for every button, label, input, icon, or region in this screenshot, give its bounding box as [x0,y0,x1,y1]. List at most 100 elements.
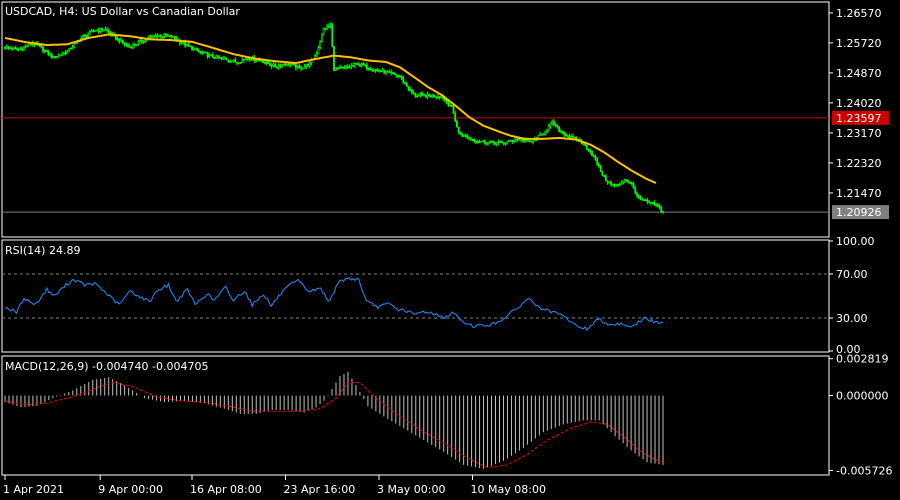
candle-body [192,48,195,51]
candle-body [461,134,464,137]
candle-body [107,30,110,33]
level-price-label: 1.23597 [836,112,882,125]
candle-body [135,44,138,46]
candle-body [211,54,214,58]
candle-body [267,61,270,64]
candle-body [159,34,162,37]
candle-body [610,182,612,185]
candle-body [587,148,590,152]
candle-body [518,138,521,141]
candle-body [497,141,500,144]
candle-body [4,46,6,49]
candle-body [50,53,53,58]
candle-body [87,34,90,37]
candle-body [222,57,225,60]
candle-body [662,211,664,213]
candle-body [42,46,44,52]
candle-body [471,138,474,141]
candle-body [154,35,157,38]
candle-body [393,72,396,75]
terminal-chart-window[interactable]: USDCAD, H4: US Dollar vs Canadian Dollar… [0,0,900,500]
candle-body [482,140,484,142]
candle-body [501,141,503,144]
candle-body [603,175,606,177]
candle-body [232,59,235,62]
candle-body [293,63,296,66]
candle-body [346,66,349,68]
price-axis: 1.26570 1.25720 1.24870 1.24020 1.23170 1.223… [829,7,889,220]
candle-body [436,96,439,98]
candle-body [426,93,429,98]
candle-body [270,64,273,67]
candle-body [163,33,166,37]
candle-body [507,139,510,142]
candle-body [289,64,292,66]
candle-body [637,195,640,198]
candle-body [644,199,647,202]
candle-body [225,58,228,61]
candle-body [523,139,526,142]
candle-body [303,66,306,69]
candle-body [656,204,659,207]
candle-body [248,57,251,60]
rsi-header: RSI(14) 24.89 [5,244,80,257]
candle-body [99,28,102,32]
candle-body [391,72,394,75]
candle-body [191,46,193,51]
price-tick-label: 1.23170 [836,127,882,140]
candle-body [334,67,337,71]
macd-tick-label: 0.000000 [836,390,889,403]
candle-body [457,126,460,134]
candle-body [142,41,145,43]
candle-body [275,66,278,69]
candle-body [615,184,618,186]
candle-body [398,75,401,78]
candle-body [494,142,496,145]
candle-body [402,77,405,83]
candle-body [101,28,103,31]
candle-body [57,54,60,57]
candle-body [338,66,341,69]
candle-body [469,137,472,140]
macd-header: MACD(12,26,9) -0.004740 -0.004705 [5,360,208,373]
candle-body [459,132,462,135]
candle-body [97,29,100,32]
candle-body [26,45,29,48]
candle-body [168,34,171,37]
candle-body [646,200,649,203]
candle-body [629,182,632,185]
candle-body [385,71,387,74]
candle-body [307,64,309,67]
candle-body [69,47,72,50]
candle-body [21,48,24,51]
candle-body [319,41,322,48]
candle-body [390,71,393,74]
candle-body [230,61,233,63]
candle-body [262,60,264,64]
candle-body [378,69,380,72]
candle-body [530,140,533,143]
candle-body [218,57,221,59]
candle-body [133,44,136,46]
candle-body [509,139,512,142]
candle-body [360,63,363,66]
candle-body [611,184,614,186]
time-tick-label: 1 Apr 2021 [3,483,64,496]
candle-body [407,85,410,90]
candle-body [282,64,285,66]
candle-body [14,47,17,50]
candle-body [488,141,491,144]
candle-body [374,69,377,72]
candle-body [277,65,280,68]
candle-body [255,60,257,62]
candle-body [187,43,190,47]
symbol-title: USDCAD, H4: US Dollar vs Canadian Dollar [5,5,240,18]
candle-body [322,27,325,35]
candle-body [336,67,339,70]
candle-body [128,45,131,48]
candle-body [473,139,476,142]
candle-body [12,47,15,50]
candle-body [397,75,399,78]
candle-body [464,134,467,137]
candle-body [559,130,562,133]
